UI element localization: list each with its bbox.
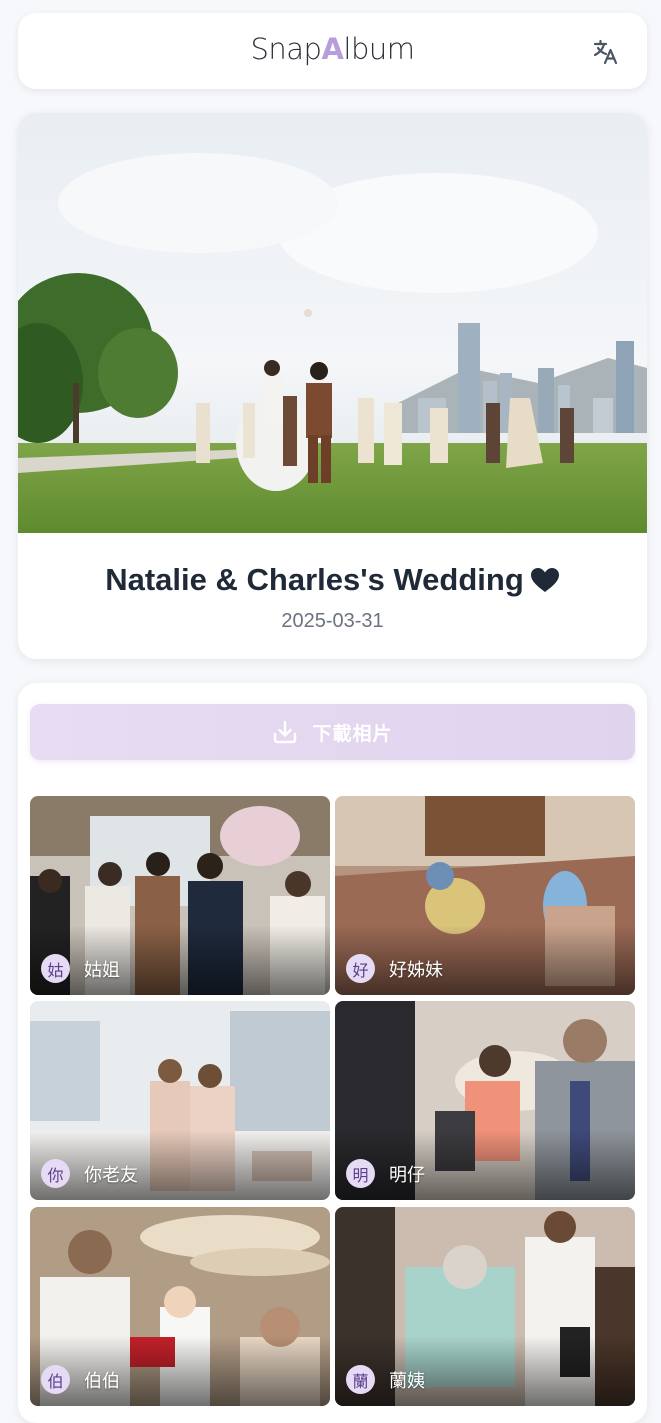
gallery-card: 下載相片 姑 姑姐 好 好姊妹 你 你老友 明 明仔 伯 伯伯 蘭 蘭姨 (18, 683, 647, 1423)
uploader-name: 蘭姨 (389, 1370, 425, 1391)
uploader-label: 明 明仔 (346, 1159, 425, 1188)
uploader-label: 蘭 蘭姨 (346, 1365, 425, 1394)
logo-accent: A (321, 32, 344, 66)
album-title-row: Natalie & Charles's Wedding (18, 559, 647, 601)
avatar: 好 (346, 954, 375, 983)
download-icon (274, 720, 297, 744)
cover-photo[interactable] (18, 113, 647, 533)
uploader-name: 你老友 (84, 1164, 138, 1185)
uploader-label: 你 你老友 (41, 1159, 138, 1188)
translate-icon (593, 39, 618, 65)
download-label: 下載相片 (312, 723, 393, 745)
photo-tile[interactable]: 好 好姊妹 (335, 796, 635, 995)
download-photos-button[interactable]: 下載相片 (30, 704, 635, 760)
heart-icon (530, 568, 559, 592)
language-button[interactable] (589, 35, 623, 69)
avatar: 蘭 (346, 1365, 375, 1394)
photo-tile[interactable]: 明 明仔 (335, 1001, 635, 1200)
photo-tile[interactable]: 伯 伯伯 (30, 1207, 330, 1406)
photo-tile[interactable]: 蘭 蘭姨 (335, 1207, 635, 1406)
uploader-name: 伯伯 (84, 1370, 120, 1391)
app-header: SnapAlbum (18, 13, 647, 89)
album-date: 2025-03-31 (281, 610, 384, 632)
photo-tile[interactable]: 你 你老友 (30, 1001, 330, 1200)
uploader-name: 姑姐 (84, 959, 120, 980)
avatar: 伯 (41, 1365, 70, 1394)
uploader-label: 伯 伯伯 (41, 1365, 120, 1394)
uploader-name: 好姊妹 (389, 959, 443, 980)
logo-suffix: lbum (343, 32, 415, 66)
uploader-label: 姑 姑姐 (41, 954, 120, 983)
avatar: 姑 (41, 954, 70, 983)
logo-prefix: Snap (250, 32, 322, 66)
album-cover-card: Natalie & Charles's Wedding 2025-03-31 (18, 113, 647, 659)
uploader-name: 明仔 (389, 1164, 425, 1185)
avatar: 明 (346, 1159, 375, 1188)
photo-tile[interactable]: 姑 姑姐 (30, 796, 330, 995)
avatar: 你 (41, 1159, 70, 1188)
album-title: Natalie & Charles's Wedding (105, 562, 524, 597)
snapalbum-logo[interactable]: SnapAlbum (18, 31, 647, 67)
uploader-label: 好 好姊妹 (346, 954, 443, 983)
